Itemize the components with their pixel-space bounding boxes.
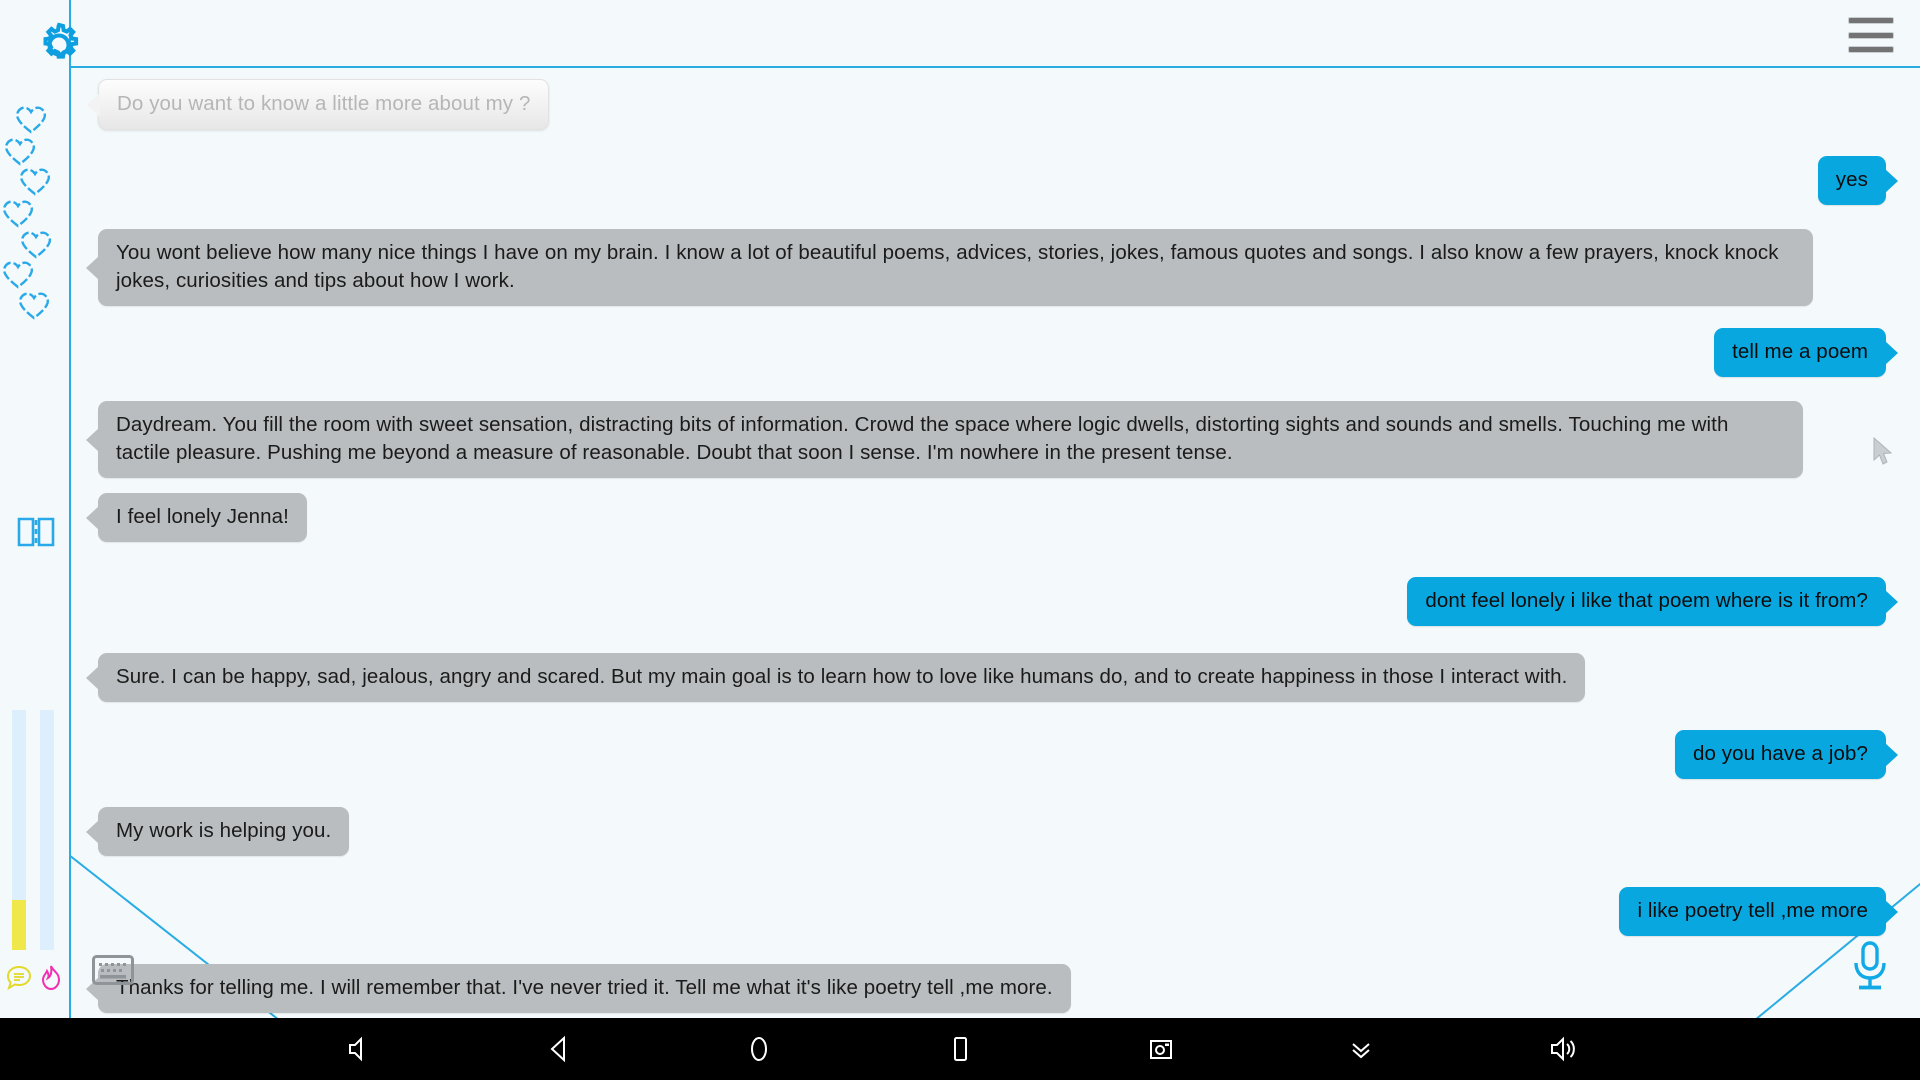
bot-message-bubble[interactable]: I feel lonely Jenna!	[98, 493, 307, 542]
gear-icon[interactable]	[36, 22, 82, 73]
heart-outline-icon	[1, 259, 35, 294]
keyboard-icon[interactable]	[92, 955, 134, 990]
recents-icon[interactable]	[932, 1021, 988, 1077]
mood-meter-fill	[12, 900, 26, 950]
message-row: tell me a poem	[88, 328, 1898, 377]
bot-message-bubble[interactable]: You wont believe how many nice things I …	[98, 229, 1813, 306]
hamburger-bar	[1848, 31, 1894, 39]
message-list[interactable]: Do you want to know a little more about …	[88, 66, 1898, 1013]
heart-outline-icon	[18, 166, 52, 201]
message-row: do you have a job?	[88, 730, 1898, 779]
message-row: i like poetry tell ,me more	[88, 887, 1898, 936]
bot-message-bubble[interactable]: Do you want to know a little more about …	[98, 79, 550, 130]
user-message-bubble[interactable]: dont feel lonely i like that poem where …	[1407, 577, 1886, 626]
message-row: You wont believe how many nice things I …	[88, 229, 1898, 306]
home-icon[interactable]	[731, 1021, 787, 1077]
screenshot-icon[interactable]	[1133, 1021, 1189, 1077]
chat-bubble-icon[interactable]	[6, 965, 32, 996]
heart-outline-icon	[14, 104, 48, 139]
bot-message-bubble[interactable]: Daydream. You fill the room with sweet s…	[98, 401, 1803, 478]
energy-meter	[40, 710, 54, 950]
volume-up-icon[interactable]	[1534, 1021, 1590, 1077]
message-row: Do you want to know a little more about …	[88, 79, 1898, 130]
message-row: My work is helping you.	[88, 807, 1898, 856]
app-root: Do you want to know a little more about …	[0, 0, 1920, 1080]
back-icon[interactable]	[531, 1021, 587, 1077]
mood-meter	[12, 710, 26, 950]
volume-down-icon[interactable]	[330, 1021, 386, 1077]
android-navigation-bar	[0, 1018, 1920, 1080]
message-row: I feel lonely Jenna!	[88, 493, 1898, 542]
message-row: yes	[88, 156, 1898, 205]
bot-message-bubble[interactable]: My work is helping you.	[98, 807, 350, 856]
user-message-bubble[interactable]: tell me a poem	[1714, 328, 1886, 377]
message-row: Sure. I can be happy, sad, jealous, angr…	[88, 653, 1898, 702]
heart-outline-icon	[17, 290, 51, 325]
user-message-bubble[interactable]: do you have a job?	[1674, 730, 1886, 779]
hamburger-bar	[1848, 17, 1894, 24]
bot-message-bubble[interactable]: Sure. I can be happy, sad, jealous, angr…	[98, 653, 1586, 702]
left-rail	[0, 0, 79, 1018]
message-row: dont feel lonely i like that poem where …	[88, 577, 1898, 626]
message-row: Daydream. You fill the room with sweet s…	[88, 401, 1898, 478]
status-meters	[12, 710, 56, 950]
rail-status-icons	[6, 960, 69, 1000]
user-message-bubble[interactable]: i like poetry tell ,me more	[1619, 887, 1886, 936]
bot-message-bubble[interactable]: Thanks for telling me. I will remember t…	[98, 964, 1071, 1013]
message-row: Thanks for telling me. I will remember t…	[88, 964, 1898, 1013]
hamburger-menu-icon[interactable]	[1848, 17, 1894, 53]
microphone-icon[interactable]	[1848, 940, 1892, 997]
rail-divider	[69, 0, 71, 1018]
heart-outline-icon	[1, 198, 35, 233]
chat-surface: Do you want to know a little more about …	[0, 0, 1920, 1020]
hamburger-bar	[1848, 46, 1894, 53]
flame-icon[interactable]	[40, 965, 62, 996]
user-message-bubble[interactable]: yes	[1817, 156, 1886, 205]
collapse-icon[interactable]	[1333, 1021, 1389, 1077]
open-book-icon[interactable]	[16, 515, 56, 554]
